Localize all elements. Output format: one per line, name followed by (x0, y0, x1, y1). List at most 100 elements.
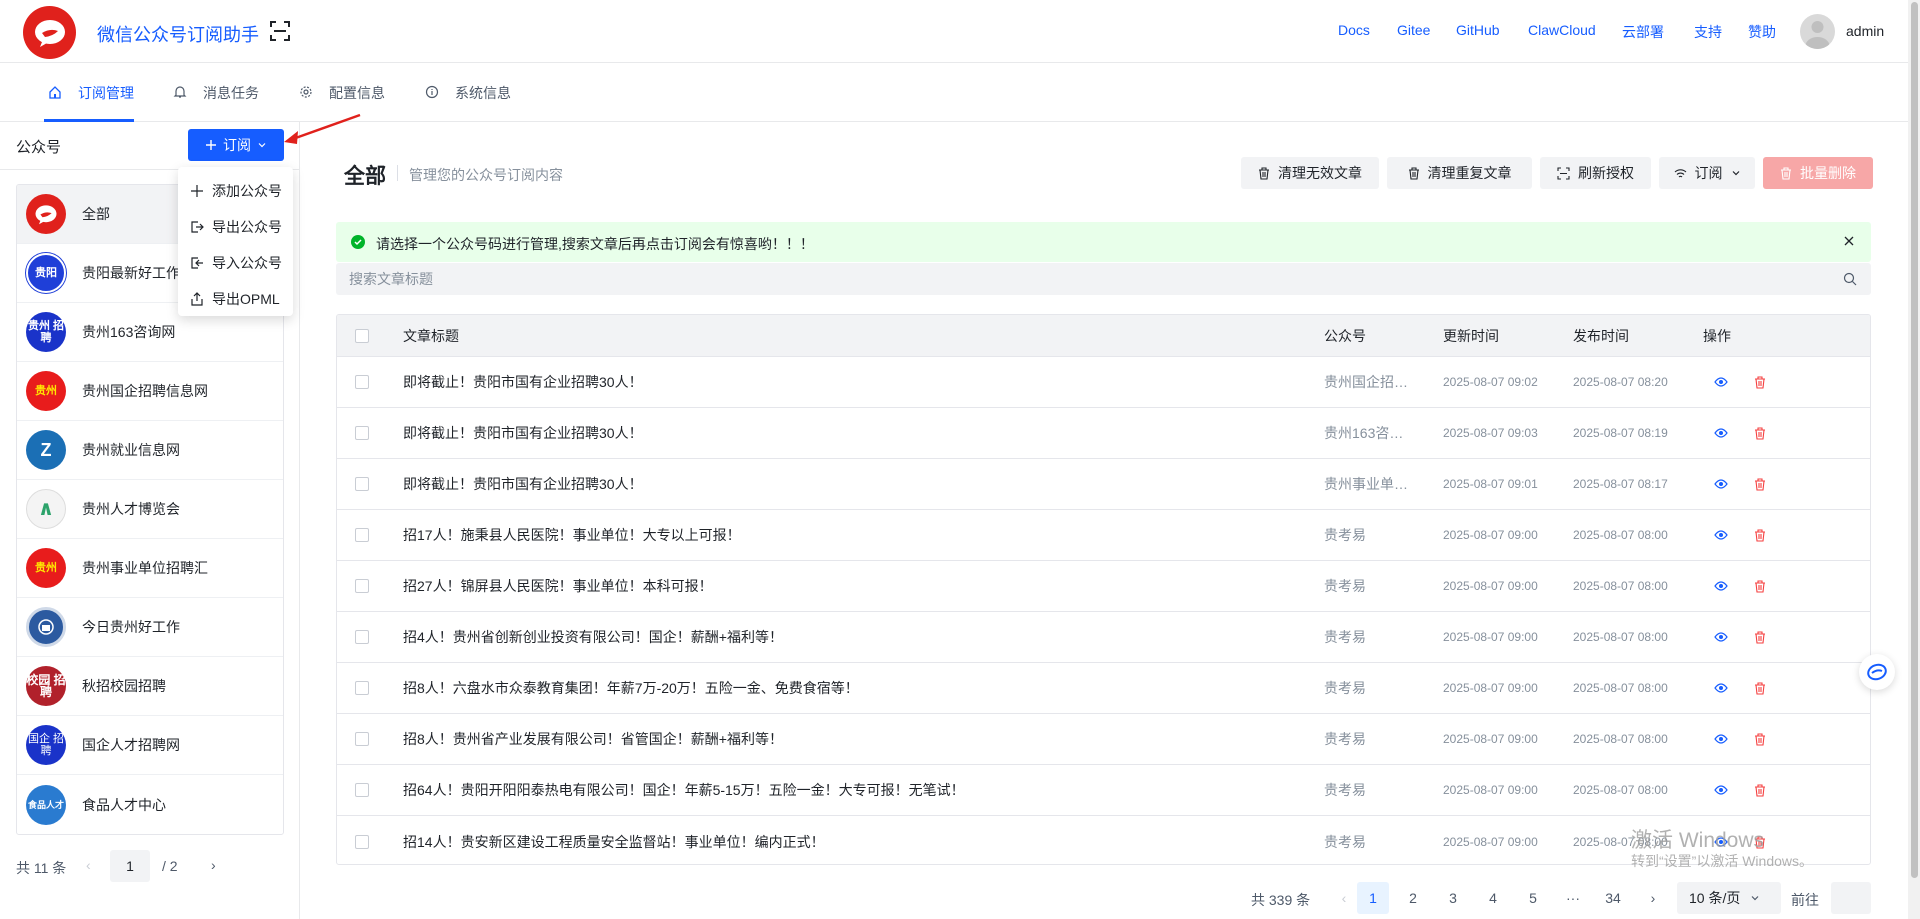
subscribe-button[interactable]: 订阅 (1659, 157, 1755, 189)
table-row[interactable]: 招27人！锦屏县人民医院！事业单位！本科可报！ 贵考易 2025-08-07 09:… (337, 561, 1870, 612)
export-opml-menu-item[interactable]: 导出OPML (178, 281, 293, 317)
page-button[interactable]: 2 (1397, 882, 1429, 914)
account-item[interactable]: 国企 招聘 国企人才招聘网 (17, 716, 283, 775)
tab-subscriptions[interactable]: 订阅管理 (49, 83, 134, 103)
article-title[interactable]: 即将截止！贵阳市国有企业招聘30人！ (403, 474, 643, 494)
article-title[interactable]: 即将截止！贵阳市国有企业招聘30人！ (403, 372, 643, 392)
delete-icon[interactable] (1754, 682, 1766, 695)
delete-icon[interactable] (1754, 784, 1766, 797)
clean-invalid-button[interactable]: 清理无效文章 (1241, 157, 1379, 189)
info-alert: 请选择一个公众号码进行管理,搜索文章后再点击订阅会有惊喜哟！！！ (336, 222, 1871, 262)
batch-delete-button[interactable]: 批量删除 (1763, 157, 1873, 189)
page-size-select[interactable]: 10 条/页 (1677, 882, 1781, 914)
account-item[interactable]: 贵州 贵州国企招聘信息网 (17, 362, 283, 421)
article-title[interactable]: 招17人！施秉县人民医院！事业单位！大专以上可报！ (403, 525, 741, 545)
export-accounts-menu-item[interactable]: 导出公众号 (178, 209, 293, 245)
prev-page-button[interactable]: ‹ (1328, 882, 1360, 914)
goto-page-input[interactable] (1831, 882, 1871, 914)
delete-icon[interactable] (1754, 580, 1766, 593)
delete-icon[interactable] (1754, 478, 1766, 491)
table-row[interactable]: 即将截止！贵阳市国有企业招聘30人！ 贵州国企招聘信息网 2025-08-07 09… (337, 357, 1870, 408)
account-item[interactable]: 校园 招聘 秋招校园招聘 (17, 657, 283, 716)
row-checkbox[interactable] (355, 375, 369, 389)
eye-icon[interactable] (1714, 529, 1728, 541)
add-account-menu-item[interactable]: 添加公众号 (178, 173, 293, 209)
clean-duplicates-button[interactable]: 清理重复文章 (1387, 157, 1532, 189)
user-avatar[interactable] (1800, 14, 1835, 49)
row-checkbox[interactable] (355, 579, 369, 593)
article-title[interactable]: 招4人！贵州省创新创业投资有限公司！国企！薪酬+福利等！ (403, 627, 783, 647)
scrollbar-thumb[interactable] (1911, 2, 1918, 878)
nav-cloud-deploy-link[interactable]: 云部署 (1622, 22, 1664, 42)
table-row[interactable]: 招8人！贵州省产业发展有限公司！省管国企！薪酬+福利等！ 贵考易 2025-08-0… (337, 714, 1870, 765)
floating-assistant-button[interactable] (1859, 654, 1895, 690)
account-item[interactable]: 食品人才 食品人才中心 (17, 775, 283, 834)
tab-system-info[interactable]: 系统信息 (425, 83, 511, 103)
page-button[interactable]: 1 (1357, 882, 1389, 914)
row-checkbox[interactable] (355, 426, 369, 440)
next-page-icon[interactable]: › (211, 857, 216, 873)
table-row[interactable]: 招4人！贵州省创新创业投资有限公司！国企！薪酬+福利等！ 贵考易 2025-08-0… (337, 612, 1870, 663)
delete-icon[interactable] (1754, 529, 1766, 542)
row-checkbox[interactable] (355, 477, 369, 491)
account-item[interactable]: 今日贵州好工作 (17, 598, 283, 657)
page-ellipsis[interactable]: ··· (1557, 882, 1589, 914)
table-row[interactable]: 招64人！贵阳开阳阳泰热电有限公司！国企！年薪5-15万！五险一金！大专可报！无… (337, 765, 1870, 816)
eye-icon[interactable] (1714, 478, 1728, 490)
eye-icon[interactable] (1714, 784, 1728, 796)
table-row[interactable]: 招17人！施秉县人民医院！事业单位！大专以上可报！ 贵考易 2025-08-07 0… (337, 510, 1870, 561)
scan-icon[interactable] (270, 21, 290, 41)
delete-icon[interactable] (1754, 376, 1766, 389)
eye-icon[interactable] (1714, 631, 1728, 643)
article-title[interactable]: 招27人！锦屏县人民医院！事业单位！本科可报！ (403, 576, 713, 596)
article-title[interactable]: 即将截止！贵阳市国有企业招聘30人！ (403, 423, 643, 443)
next-page-button[interactable]: › (1637, 882, 1669, 914)
eye-icon[interactable] (1714, 682, 1728, 694)
search-input[interactable] (336, 263, 1871, 295)
page-button[interactable]: 5 (1517, 882, 1549, 914)
nav-docs-link[interactable]: Docs (1338, 22, 1370, 38)
delete-icon[interactable] (1754, 631, 1766, 644)
nav-clawcloud-link[interactable]: ClawCloud (1528, 22, 1596, 38)
page-button[interactable]: 34 (1597, 882, 1629, 914)
import-accounts-menu-item[interactable]: 导入公众号 (178, 245, 293, 281)
table-row[interactable]: 即将截止！贵阳市国有企业招聘30人！ 贵州事业单位招聘汇 2025-08-07 09… (337, 459, 1870, 510)
article-title[interactable]: 招8人！六盘水市众泰教育集团！年薪7万-20万！五险一金、免费食宿等！ (403, 678, 859, 698)
delete-icon[interactable] (1754, 427, 1766, 440)
nav-gitee-link[interactable]: Gitee (1397, 22, 1430, 38)
subscribe-dropdown-button[interactable]: 订阅 (188, 129, 284, 161)
nav-support-link[interactable]: 支持 (1694, 22, 1722, 42)
account-item[interactable]: Z 贵州就业信息网 (17, 421, 283, 480)
article-title[interactable]: 招14人！贵安新区建设工程质量安全监督站！事业单位！编内正式！ (403, 832, 825, 852)
tab-config[interactable]: 配置信息 (300, 83, 385, 103)
account-item[interactable]: 贵州 贵州事业单位招聘汇 (17, 539, 283, 598)
eye-icon[interactable] (1714, 427, 1728, 439)
row-checkbox[interactable] (355, 783, 369, 797)
nav-sponsor-link[interactable]: 赞助 (1748, 22, 1776, 42)
sidebar-page-input[interactable]: 1 (110, 850, 150, 882)
close-icon[interactable] (1841, 233, 1857, 249)
nav-github-link[interactable]: GitHub (1456, 22, 1500, 38)
delete-icon[interactable] (1754, 733, 1766, 746)
row-checkbox[interactable] (355, 630, 369, 644)
eye-icon[interactable] (1714, 733, 1728, 745)
eye-icon[interactable] (1714, 580, 1728, 592)
eye-icon[interactable] (1714, 376, 1728, 388)
search-icon[interactable] (1843, 272, 1857, 286)
row-checkbox[interactable] (355, 732, 369, 746)
select-all-checkbox[interactable] (355, 328, 369, 343)
article-title[interactable]: 招8人！贵州省产业发展有限公司！省管国企！薪酬+福利等！ (403, 729, 783, 749)
row-checkbox[interactable] (355, 528, 369, 542)
page-button[interactable]: 4 (1477, 882, 1509, 914)
row-checkbox[interactable] (355, 681, 369, 695)
account-item[interactable]: ∧ 贵州人才博览会 (17, 480, 283, 539)
table-row[interactable]: 招8人！六盘水市众泰教育集团！年薪7万-20万！五险一金、免费食宿等！ 贵考易 20… (337, 663, 1870, 714)
page-button[interactable]: 3 (1437, 882, 1469, 914)
article-title[interactable]: 招64人！贵阳开阳阳泰热电有限公司！国企！年薪5-15万！五险一金！大专可报！无… (403, 780, 965, 800)
prev-page-icon[interactable]: ‹ (86, 857, 91, 873)
row-checkbox[interactable] (355, 834, 369, 849)
username[interactable]: admin (1846, 23, 1884, 39)
refresh-auth-button[interactable]: 刷新授权 (1540, 157, 1651, 189)
table-row[interactable]: 即将截止！贵阳市国有企业招聘30人！ 贵州163咨询网 2025-08-07 09:… (337, 408, 1870, 459)
tab-message-tasks[interactable]: 消息任务 (173, 83, 259, 103)
